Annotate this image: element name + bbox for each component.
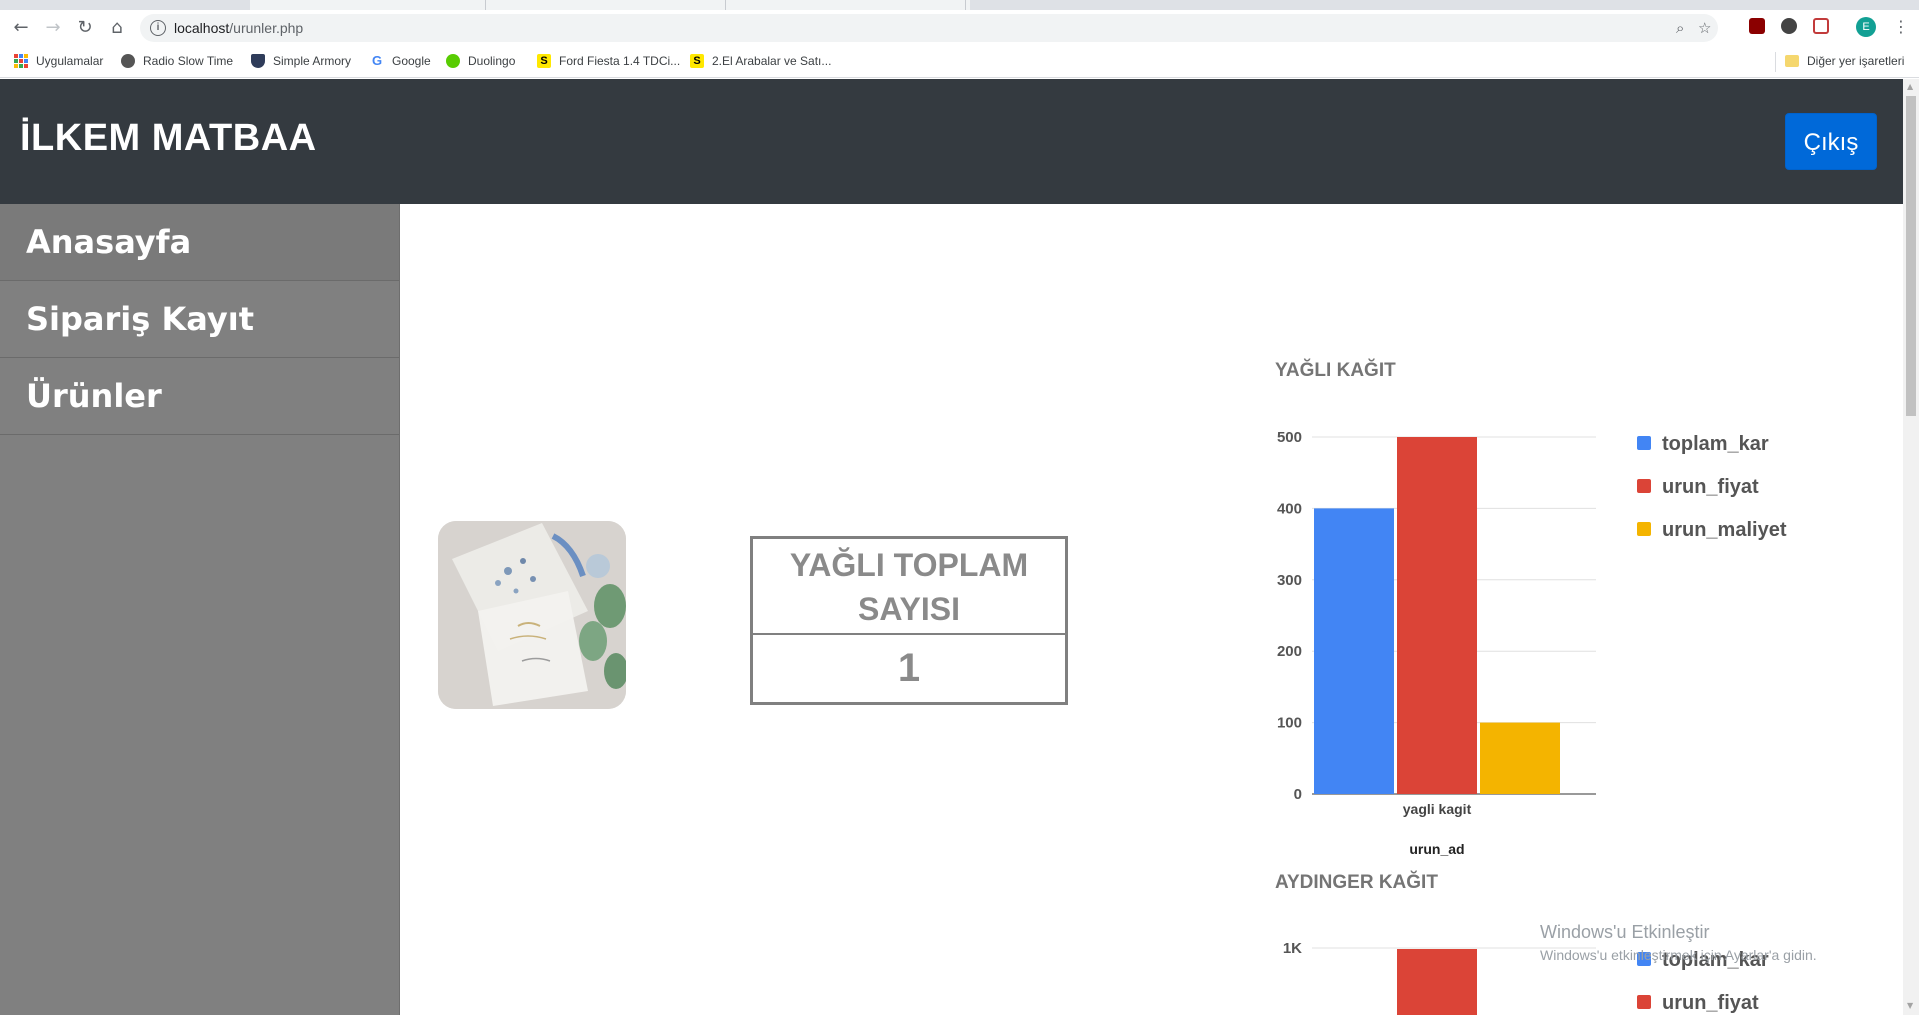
brand-title[interactable]: İLKEM MATBAA bbox=[20, 117, 317, 160]
stat-title: YAĞLI TOPLAM SAYISI bbox=[753, 539, 1065, 635]
product-image bbox=[438, 521, 626, 709]
bookmark-google[interactable]: G Google bbox=[370, 53, 431, 69]
stat-value: 1 bbox=[897, 646, 921, 690]
legend-swatch-urun_maliyet bbox=[1637, 522, 1651, 536]
y-tick-label: 400 bbox=[1277, 500, 1302, 517]
other-bookmarks[interactable]: Diğer yer işaretleri bbox=[1785, 54, 1904, 68]
y-tick-label: 1K bbox=[1283, 940, 1302, 957]
pocket-extension-icon[interactable] bbox=[1813, 18, 1829, 34]
sidebar-item-siparis-kayit[interactable]: Sipariş Kayıt bbox=[0, 281, 399, 358]
bookmark-duolingo[interactable]: Duolingo bbox=[446, 54, 515, 68]
bar-toplam_kar bbox=[1314, 508, 1394, 794]
chart-title-aydinger: AYDINGER KAĞIT bbox=[1275, 872, 1438, 893]
bookmarks-separator bbox=[1775, 52, 1776, 72]
extension-icon[interactable] bbox=[1781, 18, 1797, 34]
duolingo-icon bbox=[446, 54, 460, 68]
tab-strip bbox=[0, 0, 1919, 10]
y-tick-label: 500 bbox=[1277, 429, 1302, 446]
sidebar-item-anasayfa[interactable]: Anasayfa bbox=[0, 204, 399, 281]
bookmark-simple-armory[interactable]: Simple Armory bbox=[251, 54, 351, 68]
profile-avatar[interactable]: E bbox=[1856, 17, 1876, 37]
google-icon: G bbox=[371, 53, 383, 68]
legend-label-urun_fiyat: urun_fiyat bbox=[1662, 992, 1759, 1014]
bookmark-ford-fiesta[interactable]: S Ford Fiesta 1.4 TDCi... bbox=[537, 54, 680, 68]
legend-swatch-urun_fiyat bbox=[1637, 479, 1651, 493]
legend-swatch-urun_fiyat bbox=[1637, 995, 1651, 1009]
folder-icon bbox=[1785, 55, 1799, 67]
scrollbar-thumb[interactable] bbox=[1906, 96, 1916, 416]
menu-icon[interactable]: ⋮ bbox=[1893, 17, 1909, 36]
sidebar: Anasayfa Sipariş Kayıt Ürünler bbox=[0, 204, 400, 1015]
sahibinden-icon: S bbox=[690, 54, 704, 68]
y-tick-label: 200 bbox=[1277, 643, 1302, 660]
active-tab[interactable] bbox=[250, 0, 970, 10]
ublock-extension-icon[interactable] bbox=[1749, 18, 1765, 34]
shield-icon bbox=[251, 54, 265, 68]
star-icon[interactable]: ☆ bbox=[1698, 19, 1711, 37]
bar-urun_fiyat bbox=[1397, 437, 1477, 794]
x-tick-label: yagli kagit bbox=[1403, 801, 1472, 817]
x-axis-title: urun_ad bbox=[1409, 841, 1464, 857]
y-tick-label: 0 bbox=[1294, 786, 1302, 803]
stat-card: YAĞLI TOPLAM SAYISI 1 bbox=[750, 536, 1068, 705]
chart-title-yagli: YAĞLI KAĞIT bbox=[1275, 360, 1396, 381]
y-tick-label: 100 bbox=[1277, 715, 1302, 732]
forward-icon[interactable]: → bbox=[41, 16, 65, 40]
bookmark-apps[interactable]: Uygulamalar bbox=[14, 54, 103, 68]
scroll-up-icon[interactable]: ▲ bbox=[1907, 82, 1913, 91]
reload-icon[interactable]: ↻ bbox=[73, 16, 97, 40]
legend-label-urun_maliyet: urun_maliyet bbox=[1662, 519, 1787, 541]
bar-urun_maliyet bbox=[1480, 722, 1560, 794]
bookmarks-bar: Uygulamalar Radio Slow Time Simple Armor… bbox=[0, 46, 1919, 78]
url-text[interactable]: localhost/urunler.php bbox=[174, 20, 303, 36]
windows-activation-watermark: Windows'u Etkinleştir Windows'u etkinleş… bbox=[1540, 922, 1817, 963]
address-bar[interactable]: i localhost/urunler.php ⌕ ☆ bbox=[140, 14, 1718, 42]
logout-button[interactable]: Çıkış bbox=[1785, 113, 1877, 170]
page-header: İLKEM MATBAA Çıkış bbox=[0, 79, 1903, 204]
sidebar-item-urunler[interactable]: Ürünler bbox=[0, 358, 399, 435]
info-icon[interactable]: i bbox=[150, 20, 166, 36]
browser-toolbar: ← → ↻ ⌂ i localhost/urunler.php ⌕ ☆ E ⋮ bbox=[0, 10, 1919, 46]
legend-swatch-toplam_kar bbox=[1637, 436, 1651, 450]
back-icon[interactable]: ← bbox=[9, 16, 33, 40]
y-tick-label: 300 bbox=[1277, 572, 1302, 589]
bookmark-2el-arabalar[interactable]: S 2.El Arabalar ve Satı... bbox=[690, 54, 831, 68]
apps-grid-icon bbox=[14, 54, 28, 68]
bookmark-radio[interactable]: Radio Slow Time bbox=[121, 54, 233, 68]
zoom-icon[interactable]: ⌕ bbox=[1676, 19, 1684, 37]
page-scrollbar[interactable]: ▲ ▼ bbox=[1903, 79, 1919, 1015]
radio-icon bbox=[121, 54, 135, 68]
legend-label-toplam_kar: toplam_kar bbox=[1662, 433, 1769, 455]
scroll-down-icon[interactable]: ▼ bbox=[1907, 1001, 1913, 1010]
home-icon[interactable]: ⌂ bbox=[105, 16, 129, 40]
chart-yagli-kagit: 0 100 200 300 400 500 yagli kagit urun_ad toplam… bbox=[1277, 429, 1787, 857]
legend-label-urun_fiyat: urun_fiyat bbox=[1662, 476, 1759, 498]
sahibinden-icon: S bbox=[537, 54, 551, 68]
bar-urun_fiyat bbox=[1397, 949, 1477, 1015]
